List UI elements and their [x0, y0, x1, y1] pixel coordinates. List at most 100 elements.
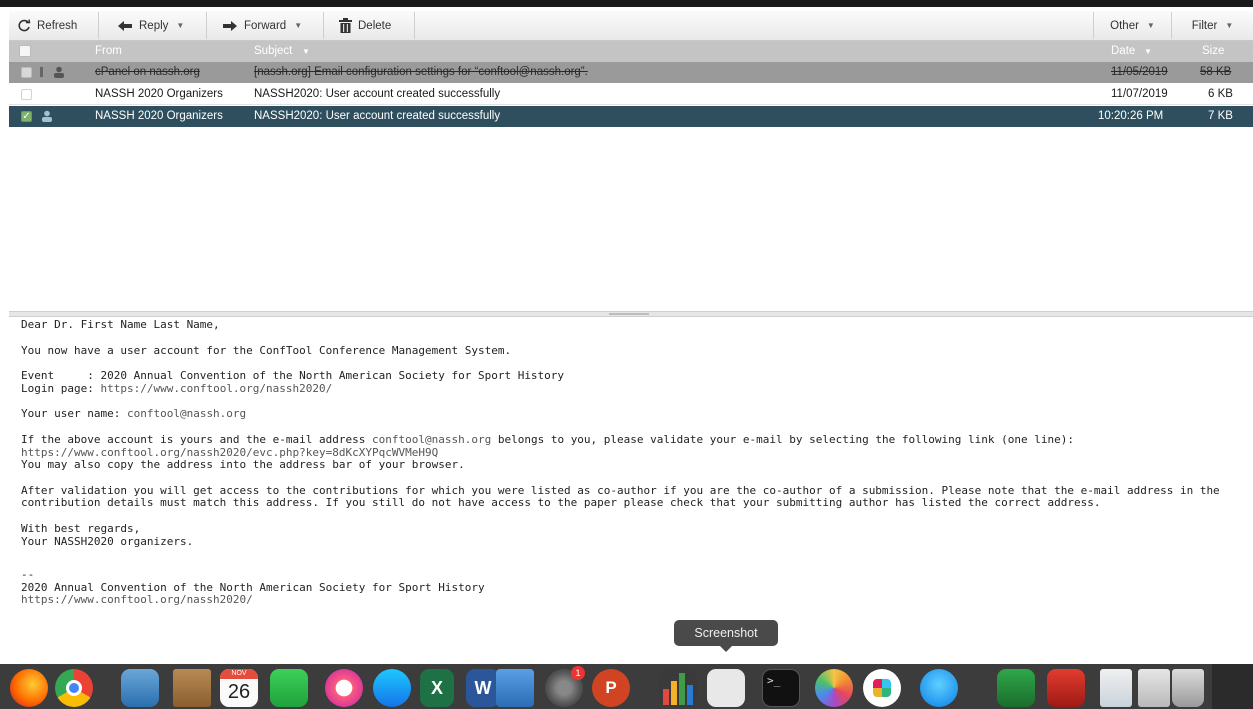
message-row-unread[interactable]: NASSH 2020 Organizers NASSH2020: User ac…	[9, 84, 1253, 105]
column-subject[interactable]: Subject	[254, 45, 292, 57]
refresh-icon	[17, 18, 31, 33]
splitter-grip[interactable]	[609, 313, 649, 315]
messages-icon[interactable]	[920, 669, 958, 707]
calendar-day: 26	[227, 681, 251, 703]
facetime-icon[interactable]	[270, 669, 308, 707]
select-all-checkbox[interactable]	[19, 45, 31, 57]
forward-arrow-icon	[222, 20, 238, 32]
message-row-deleted[interactable]: cPanel on nassh.org [nassh.org] Email co…	[9, 62, 1253, 83]
calendar-icon[interactable]: NOV 26	[220, 669, 258, 707]
reply-label: Reply	[139, 19, 169, 32]
after-validation-paragraph: After validation you will get access to …	[21, 483, 1227, 510]
message-preview: Dear Dr. First Name Last Name, You now h…	[9, 317, 1253, 664]
photo-booth-icon[interactable]	[1047, 669, 1085, 707]
subject-sort-icon[interactable]: ▼	[302, 47, 310, 56]
firefox-icon[interactable]	[10, 669, 48, 707]
closing-signoff: Your NASSH2020 organizers.	[21, 534, 194, 548]
reply-button[interactable]: Reply ▼	[109, 12, 207, 39]
other-label: Other	[1110, 19, 1139, 32]
numbers-icon[interactable]	[659, 669, 697, 707]
flag-icon	[39, 66, 49, 81]
mail-toolbar: Refresh Reply ▼ Forward ▼ Delete Other ▼…	[9, 11, 1253, 41]
row-from: NASSH 2020 Organizers	[95, 88, 223, 100]
row-date: 11/05/2019	[1111, 66, 1168, 78]
validation-instructions: If the above account is yours and the e-…	[21, 432, 1241, 447]
calendar-month: NOV	[220, 669, 258, 679]
forward-dropdown-icon[interactable]: ▼	[294, 21, 302, 30]
signature-link[interactable]: https://www.conftool.org/nassh2020/	[21, 594, 1241, 607]
closing-regards: With best regards,	[21, 521, 141, 535]
greeting: Dear Dr. First Name Last Name,	[21, 318, 220, 331]
column-date[interactable]: Date	[1111, 45, 1135, 57]
word-icon[interactable]: W	[466, 669, 500, 707]
username-label: Your user name:	[21, 407, 127, 421]
slack-icon[interactable]	[863, 669, 901, 707]
message-row-selected[interactable]: ✓ NASSH 2020 Organizers NASSH2020: User …	[9, 106, 1253, 127]
excel-icon[interactable]: X	[420, 669, 454, 707]
delete-button[interactable]: Delete	[331, 12, 415, 39]
username-line: Your user name: conftool@nassh.org	[21, 408, 1241, 421]
files-icon[interactable]	[1100, 669, 1132, 707]
person-icon	[53, 66, 65, 81]
row-from: NASSH 2020 Organizers	[95, 110, 223, 122]
row-subject: NASSH2020: User account created successf…	[254, 88, 501, 100]
row-date: 11/07/2019	[1111, 88, 1168, 100]
row-subject: [nassh.org] Email configuration settings…	[254, 66, 588, 78]
trash-icon[interactable]	[1172, 669, 1204, 707]
login-label: Login page:	[21, 381, 101, 395]
account-notice: You now have a user account for the Conf…	[21, 343, 512, 357]
row-size: 6 KB	[1208, 88, 1233, 100]
column-from[interactable]: From	[95, 45, 122, 57]
login-line: Login page: https://www.conftool.org/nas…	[21, 381, 1241, 396]
terminal-icon[interactable]: >_	[762, 669, 800, 707]
date-sort-icon[interactable]: ▼	[1144, 47, 1152, 56]
validation-text-b: belongs to you, please validate your e-m…	[491, 432, 1075, 446]
app-store-icon[interactable]	[373, 669, 411, 707]
copy-address-note: You may also copy the address into the a…	[21, 458, 465, 472]
message-list-header: From Subject ▼ Date ▼ Size	[9, 41, 1253, 62]
signature-separator: --	[21, 568, 35, 582]
filter-label: Filter	[1191, 19, 1218, 32]
other-menu-button[interactable]: Other ▼	[1093, 12, 1171, 39]
system-preferences-badge: 1	[571, 666, 585, 680]
window-top-edge	[0, 0, 1253, 7]
screenshot-icon[interactable]	[707, 669, 745, 707]
validation-text-a: If the above account is yours and the e-…	[21, 432, 372, 446]
row-checkbox-checked[interactable]: ✓	[21, 111, 32, 122]
row-checkbox[interactable]	[21, 67, 32, 78]
system-preferences-icon[interactable]: 1	[545, 666, 585, 707]
login-link[interactable]: https://www.conftool.org/nassh2020/	[100, 382, 332, 395]
photos-icon[interactable]	[815, 669, 853, 707]
notes-folder-icon[interactable]	[173, 669, 211, 707]
keynote-icon[interactable]	[496, 669, 534, 707]
column-size[interactable]: Size	[1202, 45, 1224, 57]
macos-dock: NOV 26 X W 1 P >_	[0, 664, 1253, 709]
filter-menu-button[interactable]: Filter ▼	[1171, 12, 1253, 39]
trash-icon	[339, 18, 352, 33]
username-value[interactable]: conftool@nassh.org	[127, 407, 246, 421]
reply-dropdown-icon[interactable]: ▼	[176, 21, 184, 30]
elf-app-icon[interactable]	[997, 669, 1035, 707]
forward-button[interactable]: Forward ▼	[214, 12, 324, 39]
bar-chart-icon	[663, 673, 693, 705]
itunes-icon[interactable]	[325, 669, 363, 707]
chrome-center	[66, 680, 82, 696]
delete-label: Delete	[358, 19, 392, 32]
person-icon	[41, 110, 53, 125]
powerpoint-icon[interactable]: P	[592, 669, 630, 707]
refresh-label: Refresh	[37, 19, 78, 32]
row-date: 10:20:26 PM	[1098, 110, 1164, 122]
preview-icon[interactable]	[121, 669, 159, 707]
row-subject: NASSH2020: User account created successf…	[254, 110, 501, 122]
documents-icon[interactable]	[1138, 669, 1170, 707]
row-size: 7 KB	[1208, 110, 1233, 122]
refresh-button[interactable]: Refresh	[9, 12, 99, 39]
slack-mark	[873, 679, 891, 697]
filter-dropdown-icon: ▼	[1225, 21, 1234, 30]
email-link[interactable]: conftool@nassh.org	[372, 433, 491, 446]
chrome-icon[interactable]	[55, 669, 93, 707]
row-checkbox[interactable]	[21, 89, 32, 100]
row-from: cPanel on nassh.org	[95, 66, 200, 78]
message-list: From Subject ▼ Date ▼ Size cPanel on nas…	[9, 41, 1253, 311]
other-dropdown-icon: ▼	[1146, 21, 1155, 30]
